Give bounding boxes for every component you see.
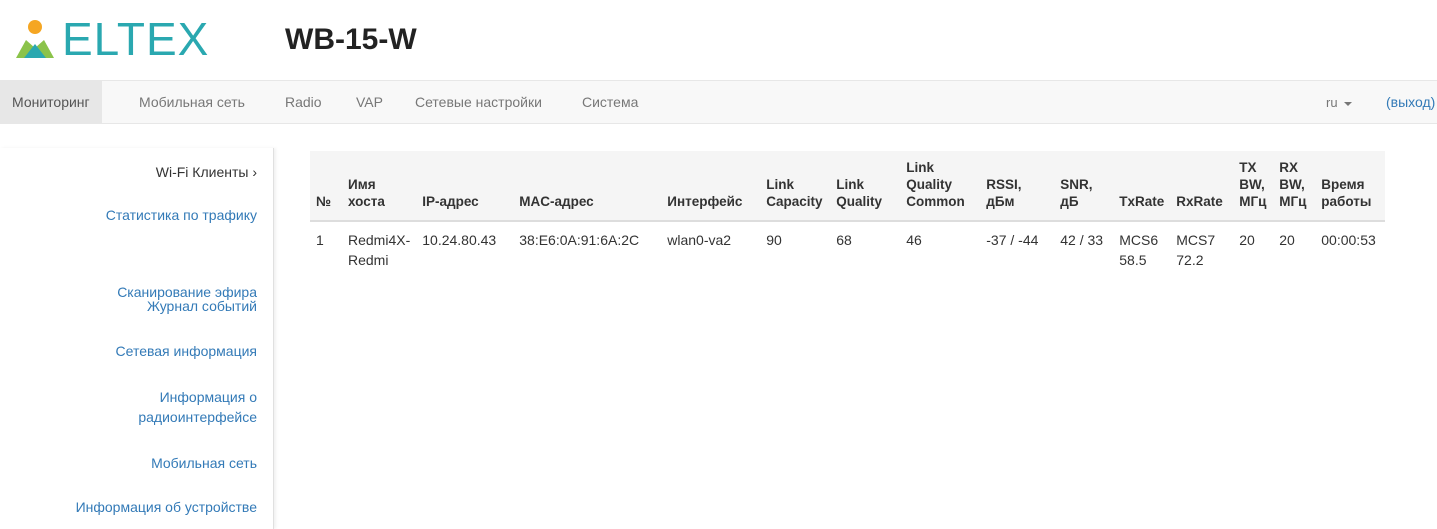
- col-header-snr: SNR, дБ: [1054, 151, 1114, 222]
- col-header-rxrate: RxRate: [1170, 151, 1234, 222]
- sidebar-item-traffic-stats[interactable]: Статистика по трафику: [7, 205, 257, 225]
- col-header-uptime: Время работы: [1315, 151, 1386, 222]
- logout-link[interactable]: (выход): [1386, 81, 1435, 124]
- cell-snr: 42 / 33: [1060, 232, 1104, 248]
- caret-down-icon: [1343, 101, 1352, 106]
- col-header-txrate: TxRate: [1113, 151, 1171, 222]
- sidebar-item-network-info[interactable]: Сетевая информация: [7, 341, 257, 361]
- top-navbar: Мониторинг Мобильная сеть Radio VAP Сете…: [0, 80, 1437, 124]
- cell-number: 1: [316, 232, 324, 248]
- cell-link-capacity: 90: [766, 232, 782, 248]
- nav-item-network-settings[interactable]: Сетевые настройки: [415, 81, 542, 124]
- wifi-clients-table: № Имя хоста IP-адрес MAC-адрес Интерфейс…: [310, 151, 1386, 278]
- col-header-link-capacity: Link Capacity: [760, 151, 831, 222]
- eltex-logo[interactable]: ELTEX: [14, 14, 209, 64]
- cell-rx-bw: 20: [1279, 232, 1295, 248]
- cell-mac: 38:E6:0A:91:6A:2C: [519, 232, 640, 248]
- logo-text: ELTEX: [62, 13, 210, 65]
- nav-item-vap[interactable]: VAP: [356, 81, 383, 124]
- nav-item-system[interactable]: Система: [582, 81, 638, 124]
- cell-hostname: Redmi4X-Redmi: [348, 232, 411, 268]
- cell-txrate: MCS6 58.5: [1119, 232, 1159, 268]
- cell-tx-bw: 20: [1239, 232, 1255, 248]
- table-header-row: № Имя хоста IP-адрес MAC-адрес Интерфейс…: [310, 151, 1386, 222]
- nav-item-radio[interactable]: Radio: [285, 81, 322, 124]
- language-dropdown[interactable]: ru: [1326, 81, 1352, 124]
- col-header-link-quality-common: Link Quality Common: [900, 151, 981, 222]
- sidebar: Wi-Fi Клиенты › Статистика по трафику Ск…: [0, 148, 274, 529]
- sidebar-item-radio-info[interactable]: Информация о радиоинтерфейсе: [117, 387, 257, 427]
- language-label: ru: [1326, 95, 1338, 110]
- col-header-mac: MAC-адрес: [513, 151, 662, 222]
- col-header-ip: IP-адрес: [416, 151, 514, 222]
- clients-table-container: № Имя хоста IP-адрес MAC-адрес Интерфейс…: [310, 151, 1437, 278]
- sidebar-item-wifi-clients[interactable]: Wi-Fi Клиенты ›: [7, 162, 257, 182]
- col-header-hostname: Имя хоста: [342, 151, 417, 222]
- cell-link-quality: 68: [836, 232, 852, 248]
- sidebar-item-event-log[interactable]: Журнал событий: [7, 296, 257, 316]
- col-header-tx-bw: TX BW, МГц: [1233, 151, 1274, 222]
- cell-interface: wlan0-va2: [667, 232, 732, 248]
- col-header-link-quality: Link Quality: [830, 151, 901, 222]
- cell-uptime: 00:00:53: [1321, 232, 1376, 248]
- col-header-interface: Интерфейс: [661, 151, 761, 222]
- cell-rxrate: MCS7 72.2: [1176, 232, 1216, 268]
- sidebar-item-device-info[interactable]: Информация об устройстве: [7, 497, 257, 517]
- nav-item-monitoring[interactable]: Мониторинг: [0, 81, 102, 124]
- device-model-title: WB-15-W: [285, 23, 417, 56]
- header: ELTEX WB-15-W: [0, 0, 1437, 80]
- eltex-logo-icon: [16, 20, 54, 58]
- col-header-number: №: [310, 151, 342, 222]
- sidebar-item-mobile-network[interactable]: Мобильная сеть: [7, 453, 257, 473]
- cell-rssi: -37 / -44: [986, 232, 1039, 248]
- cell-link-quality-common: 46: [906, 232, 922, 248]
- nav-item-mobile-network[interactable]: Мобильная сеть: [139, 81, 245, 124]
- col-header-rx-bw: RX BW, МГц: [1273, 151, 1316, 222]
- table-row: 1 Redmi4X-Redmi 10.24.80.43 38:E6:0A:91:…: [310, 221, 1385, 278]
- cell-ip: 10.24.80.43: [422, 232, 497, 248]
- col-header-rssi: RSSI, дБм: [980, 151, 1055, 222]
